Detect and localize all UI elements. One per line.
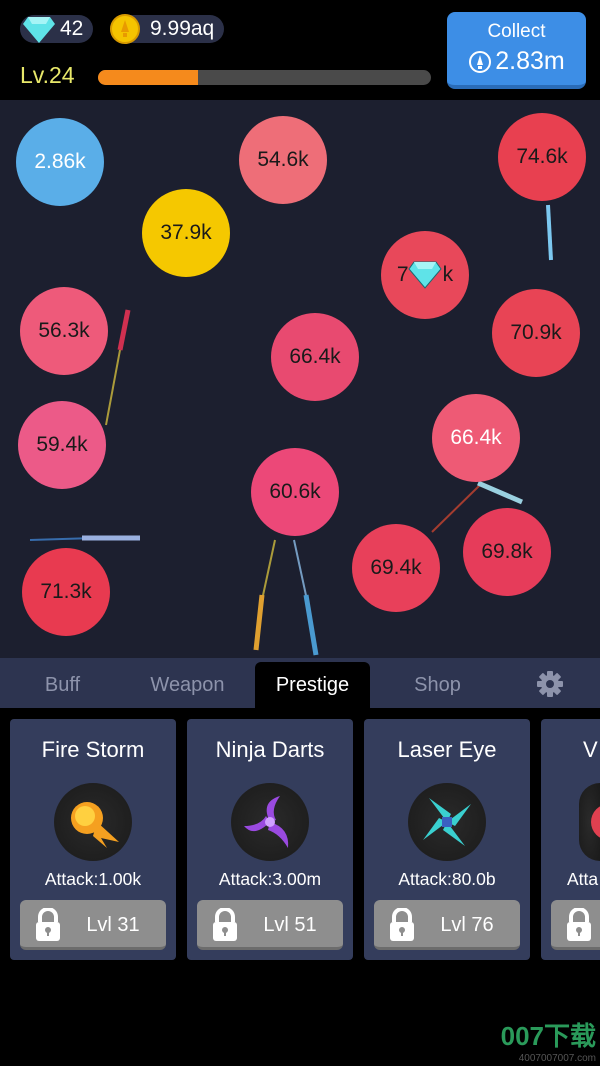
bubble-value: 66.4k: [450, 426, 502, 449]
knife-icon: [546, 204, 553, 261]
bubble-value: 56.3k: [38, 319, 90, 342]
bubble-value: 37.9k: [160, 221, 212, 244]
bubble-value: 60.6k: [269, 480, 321, 503]
target-bubble[interactable]: 37.9k: [142, 189, 230, 277]
tab-buff[interactable]: Buff: [15, 658, 110, 708]
target-bubble[interactable]: 56.3k: [20, 287, 108, 375]
prestige-card[interactable]: Fire Storm Attack:1.00k Lvl 31: [10, 719, 176, 960]
unlock-button[interactable]: Lvl 31: [20, 900, 166, 950]
cyan-shuriken-icon: [408, 783, 486, 861]
tab-bar: Buff Weapon Prestige Shop: [0, 658, 600, 708]
unlock-button[interactable]: [551, 900, 600, 950]
unlock-button[interactable]: Lvl 76: [374, 900, 520, 950]
card-title: V: [583, 737, 598, 762]
card-attack: Atta: [567, 869, 599, 889]
fireball-icon: [54, 783, 132, 861]
bubble-value: 69.8k: [481, 540, 533, 563]
card-attack: Attack:80.0b: [398, 869, 496, 889]
target-bubble[interactable]: 2.86k: [16, 118, 104, 206]
target-bubble[interactable]: 54.6k: [239, 116, 327, 204]
top-bar: 42 9.99aq Lv.24 Collect 2.83m: [0, 0, 600, 100]
player-level: Lv.24: [20, 62, 75, 88]
coin-icon: [110, 14, 140, 44]
watermark: 007下载 4007007007.com: [500, 1021, 596, 1064]
tab-shop[interactable]: Shop: [390, 658, 485, 708]
lock-icon: [213, 908, 237, 941]
unlock-level: Lvl 31: [86, 914, 140, 936]
target-bubble[interactable]: 7k: [381, 231, 469, 319]
diamond-icon: [23, 17, 55, 43]
bubble-value: 54.6k: [257, 148, 309, 171]
gem-counter: 42: [20, 15, 94, 43]
knife-icon: [29, 535, 140, 541]
coin-count: 9.99aq: [150, 17, 215, 40]
knife-icon: [105, 309, 131, 426]
unlock-level: Lvl 51: [263, 914, 317, 936]
knife-icon: [253, 539, 276, 651]
unlock-button[interactable]: Lvl 51: [197, 900, 343, 950]
bubble-value: 74.6k: [516, 145, 568, 168]
tab-weapon[interactable]: Weapon: [135, 658, 240, 708]
coin-icon: [469, 50, 492, 73]
prestige-card[interactable]: V Atta: [541, 719, 600, 960]
gem-count: 42: [60, 17, 84, 40]
level-progress-fill: [98, 70, 198, 85]
prestige-card[interactable]: Ninja Darts Attack:3.00m Lvl 51: [187, 719, 353, 960]
card-title: Fire Storm: [41, 737, 145, 762]
bubble-value: 70.9k: [510, 321, 562, 344]
coin-counter: 9.99aq: [110, 14, 225, 44]
target-bubble[interactable]: 69.8k: [463, 508, 551, 596]
bubble-value: 2.86k: [34, 150, 86, 173]
bubble-value: 66.4k: [289, 345, 341, 368]
bubble-value: k: [442, 263, 454, 286]
collect-button[interactable]: Collect 2.83m: [447, 12, 586, 89]
card-title: Laser Eye: [397, 737, 497, 762]
lock-icon: [390, 908, 414, 941]
level-progress-bar: [98, 70, 431, 85]
target-bubble[interactable]: 69.4k: [352, 524, 440, 612]
unlock-level: Lvl 76: [440, 914, 494, 936]
bubble-value: 71.3k: [40, 580, 92, 603]
red-weapon-icon: [579, 783, 600, 861]
bubble-value: 69.4k: [370, 556, 422, 579]
target-bubble[interactable]: 71.3k: [22, 548, 110, 636]
target-bubble[interactable]: 66.4k: [432, 394, 520, 482]
diamond-icon: [408, 261, 442, 289]
collect-value: 2.83m: [495, 47, 565, 75]
prestige-card[interactable]: Laser Eye Attack:80.0b Lvl 76: [364, 719, 530, 960]
tab-prestige[interactable]: Prestige: [255, 662, 370, 708]
lock-icon: [36, 908, 60, 941]
card-title: Ninja Darts: [215, 737, 325, 762]
target-bubble[interactable]: 59.4k: [18, 401, 106, 489]
target-bubble[interactable]: 70.9k: [492, 289, 580, 377]
target-bubble[interactable]: 60.6k: [251, 448, 339, 536]
bubble-value: 59.4k: [36, 433, 88, 456]
card-attack: Attack:3.00m: [218, 869, 322, 889]
lock-icon: [567, 908, 591, 941]
card-attack: Attack:1.00k: [44, 869, 142, 889]
collect-label: Collect: [487, 21, 546, 42]
knife-icon: [293, 539, 319, 656]
game-field[interactable]: 2.86k 54.6k 74.6k 37.9k 7 k 56.3k 70.9k 66.4k 59.…: [0, 100, 600, 658]
target-bubble[interactable]: 66.4k: [271, 313, 359, 401]
gear-icon[interactable]: [536, 670, 564, 698]
target-bubble[interactable]: 74.6k: [498, 113, 586, 201]
purple-shuriken-icon: [231, 783, 309, 861]
